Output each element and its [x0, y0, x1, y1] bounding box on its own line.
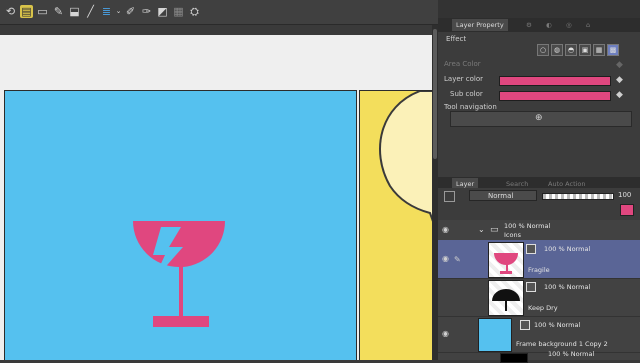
- area-color-label: Area Color: [444, 60, 481, 68]
- sub-color-label: Sub color: [450, 90, 483, 98]
- opacity-value[interactable]: 100: [618, 191, 631, 199]
- blend-toggle-icon[interactable]: [444, 191, 455, 202]
- blend-mode-select[interactable]: Normal: [469, 190, 537, 201]
- layer-name: Fragile: [528, 266, 550, 274]
- property-tabbar: Layer Property ⚙ ◐ ◎ ⌂: [438, 18, 640, 32]
- layer-color-bar[interactable]: [499, 76, 611, 86]
- tab-icon-2[interactable]: ⚙: [522, 19, 536, 31]
- undo-icon[interactable]: ⟲: [4, 5, 17, 18]
- layer-color-label: Layer color: [444, 75, 483, 83]
- layer-row-next[interactable]: 100 % Normal: [438, 350, 640, 363]
- correct-icon[interactable]: ✑: [140, 5, 153, 18]
- command-bar: ⟲ ▤ ▭ ✎ ⬓ ╱ ≣ ⌄ ✐ ✑ ◩ ▦ ⛭: [0, 0, 438, 25]
- layer-row-folder[interactable]: ◉ ⌄ ▭ 100 % Normal Icons: [438, 220, 640, 241]
- yellow-panel[interactable]: [359, 90, 432, 360]
- sub-color-bar[interactable]: [499, 91, 611, 101]
- fill-icon[interactable]: ⬓: [68, 5, 81, 18]
- navigate-icon: ⊕: [535, 113, 543, 123]
- tool-navigation-button[interactable]: ⊕: [450, 111, 632, 127]
- canvas-margin: [0, 25, 432, 35]
- layer-list: ◉ ⌄ ▭ 100 % Normal Icons ◉ ✎ 100 % Norma…: [438, 220, 640, 363]
- pen-icon: ✎: [454, 255, 461, 264]
- layer-row-keep-dry[interactable]: 100 % Normal Keep Dry: [438, 278, 640, 317]
- area-color-picker-icon: ◆: [616, 60, 623, 70]
- layer-icon[interactable]: ▤: [20, 5, 33, 18]
- panel-header: [438, 0, 640, 18]
- effect-layer-color-icon[interactable]: ▩: [607, 44, 619, 56]
- effect-mono-icon[interactable]: ▦: [593, 44, 605, 56]
- brush-icon[interactable]: ✐: [124, 5, 137, 18]
- mask-icon: [526, 282, 536, 292]
- tab-layer-property[interactable]: Layer Property: [452, 19, 508, 31]
- effect-tone-icon[interactable]: ◍: [551, 44, 563, 56]
- grid-icon[interactable]: ▦: [172, 5, 185, 18]
- speech-bubble: [379, 91, 432, 222]
- line-icon[interactable]: ╱: [84, 5, 97, 18]
- layer-color-picker-icon[interactable]: ◆: [616, 75, 626, 85]
- layer-name: Frame background 1 Copy 2: [516, 340, 608, 348]
- effect-extract-icon[interactable]: ◓: [565, 44, 577, 56]
- chevron-down-icon[interactable]: ⌄: [478, 225, 485, 234]
- effect-label: Effect: [446, 35, 467, 43]
- layer-meta: 100 % Normal: [544, 245, 591, 253]
- layer-thumbnail: [500, 353, 528, 363]
- layer-meta: 100 % Normal: [548, 350, 595, 358]
- scrollbar-thumb[interactable]: [433, 29, 437, 159]
- layer-meta: 100 % Normal: [534, 321, 581, 329]
- eye-icon[interactable]: ◉: [442, 255, 452, 263]
- layer-name: Icons: [504, 231, 521, 239]
- pen-icon[interactable]: ✎: [52, 5, 65, 18]
- tab-icon-3[interactable]: ◐: [542, 19, 556, 31]
- tab-icon-5[interactable]: ⌂: [582, 19, 594, 31]
- fragile-glass-icon: [133, 221, 226, 327]
- layer-color-indicator[interactable]: [620, 204, 634, 216]
- layer-row-frame-background[interactable]: ◉ 100 % Normal Frame background 1 Copy 2: [438, 316, 640, 353]
- layer-thumbnail: [478, 318, 512, 352]
- mask-icon[interactable]: ◩: [156, 5, 169, 18]
- effect-gradient-icon[interactable]: ▣: [579, 44, 591, 56]
- mask-icon: [526, 244, 536, 254]
- layer-thumbnail: [488, 280, 524, 316]
- opacity-slider[interactable]: [542, 193, 614, 200]
- settings-icon[interactable]: ⛭: [188, 5, 201, 18]
- canvas[interactable]: [0, 25, 432, 360]
- layer-meta: 100 % Normal: [504, 222, 551, 230]
- layer-name: Keep Dry: [528, 304, 558, 312]
- right-panel: Layer Property ⚙ ◐ ◎ ⌂ Effect ○ ◍ ◓ ▣ ▦ …: [438, 0, 640, 363]
- effect-border-icon[interactable]: ○: [537, 44, 549, 56]
- layer-row-fragile[interactable]: ◉ ✎ 100 % Normal Fragile: [438, 240, 640, 279]
- tab-icon-4[interactable]: ◎: [562, 19, 576, 31]
- blue-panel[interactable]: [4, 90, 357, 360]
- save-icon[interactable]: ▭: [36, 5, 49, 18]
- mask-icon: [520, 320, 530, 330]
- layer-meta: 100 % Normal: [544, 283, 591, 291]
- layer-thumbnail: [488, 242, 524, 278]
- eye-icon[interactable]: ◉: [442, 226, 452, 234]
- eye-icon[interactable]: ◉: [442, 330, 452, 338]
- folder-icon: ▭: [490, 225, 499, 235]
- fragile-thumb-icon: [494, 253, 519, 274]
- sub-color-picker-icon[interactable]: ◆: [616, 90, 626, 100]
- umbrella-thumb-icon: [492, 289, 520, 311]
